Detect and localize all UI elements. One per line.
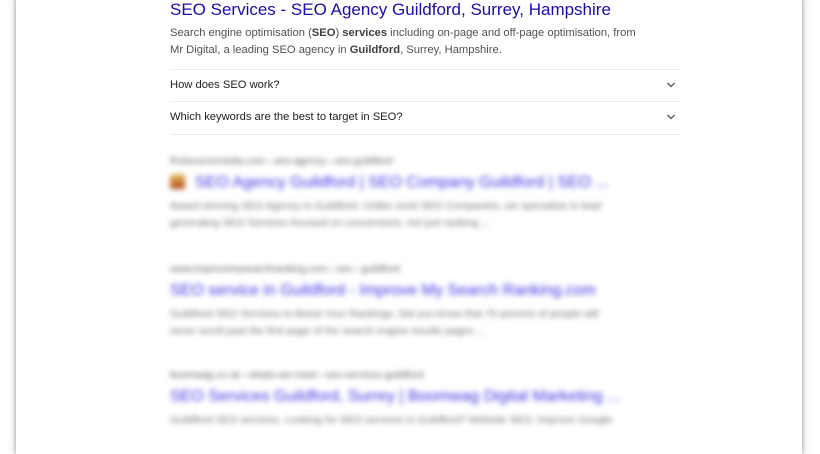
- snippet-bold: Guildford: [349, 44, 401, 56]
- faq-item-how-seo-works[interactable]: How does SEO work?: [170, 69, 680, 102]
- snippet-line: Award winning SEO Agency in Guildford. U…: [170, 200, 602, 212]
- search-result: boomwag.co.uk › whats-we-meet › seo-serv…: [170, 370, 680, 429]
- snippet-text: including on-page and off-page optimisat…: [387, 27, 636, 39]
- faq-item-best-keywords[interactable]: Which keywords are the best to target in…: [170, 101, 680, 135]
- snippet-line: Guildford SEO Services to Boost Your Ran…: [170, 308, 599, 320]
- snippet-line: Guildford SEO services. Looking for SEO …: [170, 414, 613, 426]
- result-url[interactable]: boomwag.co.uk › whats-we-meet › seo-serv…: [170, 370, 680, 381]
- result-title-link[interactable]: SEO Services Guildford, Surrey | Boomwag…: [170, 388, 680, 406]
- result-snippet: Guildford SEO Services to Boost Your Ran…: [170, 306, 680, 340]
- snippet-line-2: Mr Digital, a leading SEO agency in Guil…: [170, 42, 680, 59]
- result-snippet: Award winning SEO Agency in Guildford. U…: [170, 198, 680, 232]
- chevron-down-icon[interactable]: [666, 80, 676, 90]
- search-results-card: SEO Services - SEO Agency Guildford, Sur…: [16, 0, 802, 454]
- search-result: www.improvemysearchranking.com › seo › g…: [170, 264, 680, 340]
- snippet-line-1: Search engine optimisation (SEO) service…: [170, 25, 680, 42]
- snippet-line: never scroll past the first page of the …: [170, 325, 486, 337]
- snippet-text: Search engine optimisation (: [170, 27, 312, 39]
- snippet-bold: services: [342, 27, 388, 39]
- result-title-link[interactable]: SEO Services - SEO Agency Guildford, Sur…: [170, 0, 611, 20]
- snippet-bold: SEO: [311, 27, 336, 39]
- result-title-link[interactable]: SEO service in Guildford - Improve My Se…: [170, 282, 680, 300]
- snippet-text: , Surrey, Hampshire.: [400, 44, 502, 56]
- result-snippet: Guildford SEO services. Looking for SEO …: [170, 412, 680, 429]
- favicon-icon: [170, 174, 185, 189]
- faq-question: How does SEO work?: [170, 79, 280, 91]
- result-snippet: Search engine optimisation (SEO) service…: [170, 25, 680, 59]
- faq-question: Which keywords are the best to target in…: [170, 111, 403, 123]
- search-result: firstsourcemedia.com › seo-agency › seo-…: [170, 156, 680, 232]
- snippet-text: Mr Digital, a leading SEO agency in: [170, 44, 350, 56]
- result-title-link[interactable]: SEO Agency Guildford | SEO Company Guild…: [170, 174, 680, 192]
- result-url[interactable]: www.improvemysearchranking.com › seo › g…: [170, 264, 680, 275]
- snippet-line: generating SEO Services focused on conve…: [170, 217, 490, 229]
- chevron-down-icon[interactable]: [666, 112, 676, 122]
- result-url[interactable]: firstsourcemedia.com › seo-agency › seo-…: [170, 156, 680, 167]
- result-title-text: SEO Agency Guildford | SEO Company Guild…: [195, 174, 609, 191]
